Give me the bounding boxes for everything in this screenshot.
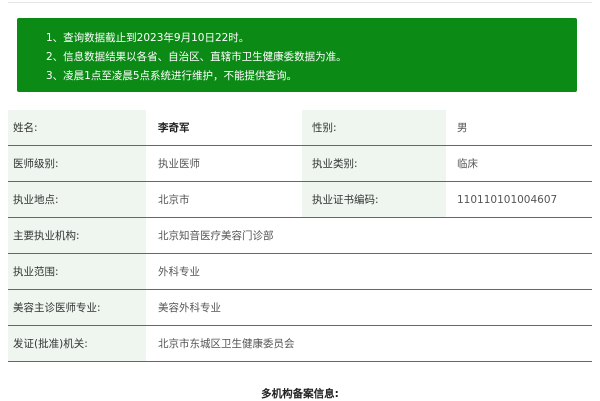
location-label: 执业地点: (8, 182, 146, 217)
location-value: 北京市 (158, 194, 190, 206)
notice-line-1: 1、查询数据截止到2023年9月10日22时。 (46, 32, 250, 44)
category-label: 执业类别: (302, 146, 446, 181)
top-divider (8, 2, 592, 3)
level-label: 医师级别: (8, 146, 146, 181)
cosmetic-value: 美容外科专业 (158, 302, 221, 314)
table-row-name: 姓名: 李奇军 性别: 男 (8, 110, 592, 146)
org-label: 主要执业机构: (8, 218, 146, 253)
level-value: 执业医师 (158, 158, 200, 170)
table-row-level: 医师级别: 执业医师 执业类别: 临床 (8, 146, 592, 182)
multi-org-title: 多机构备案信息: (261, 388, 339, 400)
cert-value: 110110101004607 (457, 193, 558, 206)
name-value: 李奇军 (158, 122, 190, 134)
notice-box: 1、查询数据截止到2023年9月10日22时。 2、信息数据结果以各省、自治区、… (17, 18, 577, 92)
table-row-cosmetic: 美容主诊医师专业: 美容外科专业 (8, 290, 592, 326)
scope-label: 执业范围: (8, 254, 146, 289)
table-row-org: 主要执业机构: 北京知音医疗美容门诊部 (8, 218, 592, 254)
issuer-value: 北京市东城区卫生健康委员会 (158, 338, 295, 350)
scope-value: 外科专业 (158, 266, 200, 278)
category-value: 临床 (457, 158, 478, 170)
gender-label: 性别: (302, 110, 446, 145)
notice-line-3: 3、凌晨1点至凌晨5点系统进行维护，不能提供查询。 (46, 70, 298, 82)
table-row-location: 执业地点: 北京市 执业证书编码: 110110101004607 (8, 182, 592, 218)
name-label: 姓名: (8, 110, 146, 145)
org-value: 北京知音医疗美容门诊部 (158, 230, 274, 242)
notice-line-2: 2、信息数据结果以各省、自治区、直辖市卫生健康委数据为准。 (46, 51, 347, 63)
cosmetic-label: 美容主诊医师专业: (8, 290, 146, 325)
issuer-label: 发证(批准)机关: (8, 326, 146, 361)
table-row-scope: 执业范围: 外科专业 (8, 254, 592, 290)
cert-label: 执业证书编码: (302, 182, 446, 217)
table-row-issuer: 发证(批准)机关: 北京市东城区卫生健康委员会 (8, 326, 592, 362)
doctor-info-table: 姓名: 李奇军 性别: 男 医师级别: 执业医师 执业类别: 临床 执业地点: … (8, 110, 592, 362)
gender-value: 男 (457, 122, 468, 134)
